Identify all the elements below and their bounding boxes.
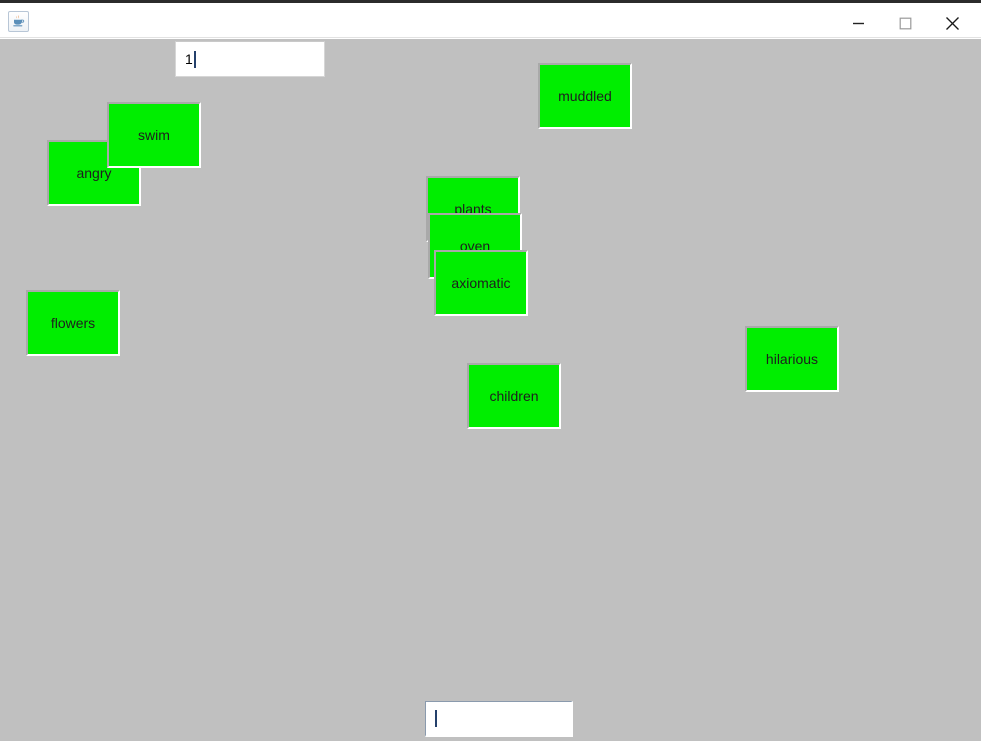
draggable-box-swim[interactable]: swim (107, 102, 201, 168)
count-input-value: 1 (185, 51, 193, 67)
maximize-button[interactable] (882, 6, 928, 41)
text-caret (193, 50, 196, 68)
application-window: 1 swim angry muddled plants oven axiomatic flo… (0, 0, 981, 741)
java-coffee-cup-icon (8, 11, 29, 32)
content-pane: 1 swim angry muddled plants oven axiomatic flo… (0, 39, 981, 741)
count-input[interactable]: 1 (175, 41, 325, 77)
draggable-box-children[interactable]: children (467, 363, 561, 429)
box-label: muddled (558, 88, 612, 104)
box-label: hilarious (765, 351, 819, 367)
draggable-box-muddled[interactable]: muddled (538, 63, 632, 129)
box-label: children (489, 388, 539, 404)
close-button[interactable] (929, 6, 975, 41)
draggable-box-flowers[interactable]: flowers (26, 290, 120, 356)
draggable-box-axiomatic[interactable]: axiomatic (434, 250, 528, 316)
box-label: axiomatic (451, 275, 511, 291)
text-caret (435, 710, 437, 727)
title-bar (0, 3, 981, 38)
box-label: swim (138, 127, 170, 143)
box-label: flowers (50, 315, 96, 331)
command-input[interactable] (425, 701, 573, 737)
draggable-box-hilarious[interactable]: hilarious (745, 326, 839, 392)
minimize-button[interactable] (835, 6, 881, 41)
